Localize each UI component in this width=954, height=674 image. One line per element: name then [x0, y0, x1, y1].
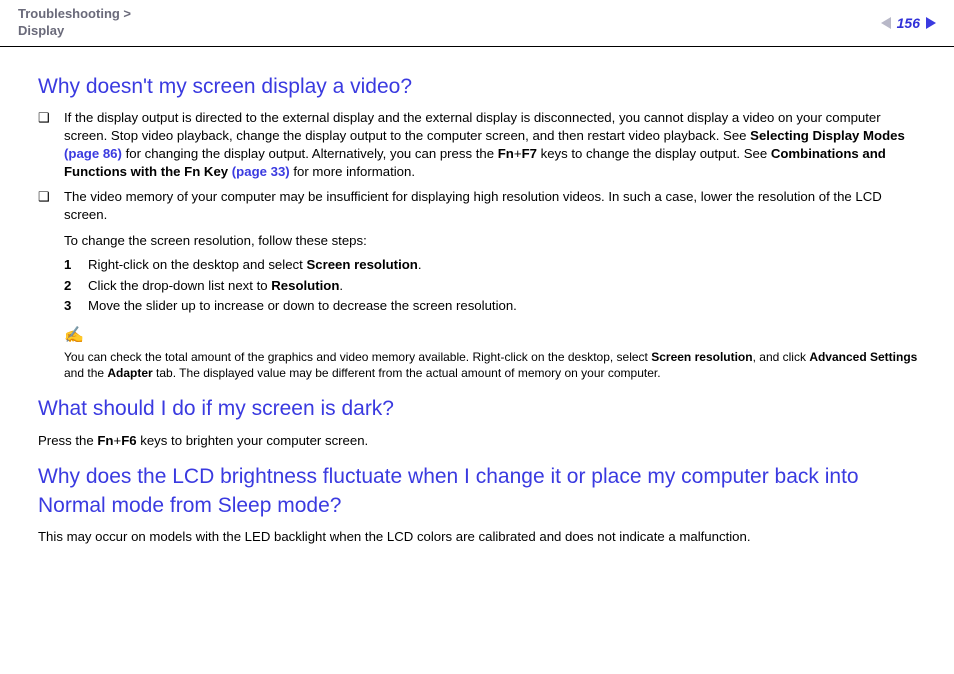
heading-brightness: Why does the LCD brightness fluctuate wh…: [38, 463, 920, 520]
text: Right-click on the desktop and select: [88, 257, 306, 272]
paragraph: This may occur on models with the LED ba…: [38, 528, 920, 546]
paragraph: Press the Fn+F6 keys to brighten your co…: [38, 432, 920, 450]
step-text: Click the drop-down list next to Resolut…: [88, 277, 343, 295]
key-fn: Fn: [498, 146, 514, 161]
key-f6: F6: [121, 433, 136, 448]
ui-term: Screen resolution: [306, 257, 417, 272]
bullet-icon: ❑: [38, 109, 64, 180]
step-text: Move the slider up to increase or down t…: [88, 297, 517, 315]
ui-term: Adapter: [107, 366, 152, 380]
step-number: 1: [64, 256, 88, 274]
bullet-text: The video memory of your computer may be…: [64, 188, 920, 224]
page-number: 156: [897, 15, 920, 31]
ui-term: Advanced Settings: [809, 350, 917, 364]
text: +: [514, 146, 522, 161]
note-text: You can check the total amount of the gr…: [64, 349, 920, 381]
ui-term: Screen resolution: [651, 350, 752, 364]
page-ref-link[interactable]: (page 86): [64, 146, 122, 161]
steps-intro: To change the screen resolution, follow …: [64, 232, 920, 250]
breadcrumb-top: Troubleshooting >: [18, 6, 131, 23]
key-fn: Fn: [97, 433, 113, 448]
bullet-item: ❑ The video memory of your computer may …: [38, 188, 920, 224]
page-header: Troubleshooting > Display 156: [0, 0, 954, 47]
text: , and click: [753, 350, 810, 364]
bullet-item: ❑ If the display output is directed to t…: [38, 109, 920, 180]
text: keys to change the display output. See: [537, 146, 771, 161]
page-nav: 156: [881, 15, 936, 31]
text: Press the: [38, 433, 97, 448]
text: You can check the total amount of the gr…: [64, 350, 651, 364]
text: Click the drop-down list next to: [88, 278, 271, 293]
heading-dark: What should I do if my screen is dark?: [38, 395, 920, 423]
text: and the: [64, 366, 107, 380]
page-ref-link[interactable]: (page 33): [232, 164, 290, 179]
key-f7: F7: [522, 146, 537, 161]
note-icon: ✍: [64, 325, 84, 347]
step-item: 3 Move the slider up to increase or down…: [64, 297, 920, 315]
bullet-icon: ❑: [38, 188, 64, 224]
text: for changing the display output. Alterna…: [122, 146, 498, 161]
note-block: ✍ You can check the total amount of the …: [64, 325, 920, 381]
bullet-text: If the display output is directed to the…: [64, 109, 920, 180]
step-item: 2 Click the drop-down list next to Resol…: [64, 277, 920, 295]
text: tab. The displayed value may be differen…: [153, 366, 661, 380]
ui-term: Resolution: [271, 278, 339, 293]
heading-video: Why doesn't my screen display a video?: [38, 73, 920, 101]
step-number: 2: [64, 277, 88, 295]
step-number: 3: [64, 297, 88, 315]
text: for more information.: [290, 164, 415, 179]
step-item: 1 Right-click on the desktop and select …: [64, 256, 920, 274]
page-content: Why doesn't my screen display a video? ❑…: [0, 47, 954, 546]
next-page-icon[interactable]: [926, 17, 936, 29]
prev-page-icon[interactable]: [881, 17, 891, 29]
breadcrumb-sub: Display: [18, 23, 131, 40]
step-text: Right-click on the desktop and select Sc…: [88, 256, 422, 274]
breadcrumb: Troubleshooting > Display: [18, 6, 131, 40]
text: keys to brighten your computer screen.: [137, 433, 369, 448]
link-text[interactable]: Selecting Display Modes: [750, 128, 905, 143]
